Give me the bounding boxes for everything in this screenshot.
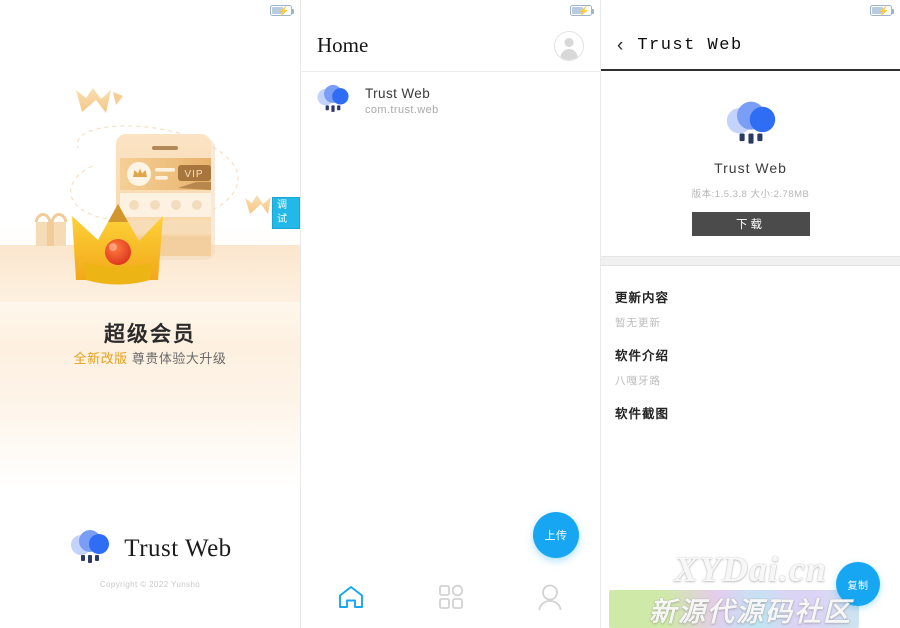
header-divider <box>301 71 600 72</box>
screenshot-thumbnail[interactable] <box>609 590 859 628</box>
detail-app-meta: 版本:1.5.3.8 大小:2.78MB <box>691 189 810 200</box>
person-icon <box>536 583 564 616</box>
vip-illustration: VIP <box>0 62 300 302</box>
splash-brand: Trust Web <box>0 528 300 569</box>
splash-subtitle-rest: 尊贵体验大升级 <box>131 351 227 366</box>
tab-home[interactable] <box>301 583 401 616</box>
app-detail-panel: ⚡ ‹ Trust Web Trust Web 版本:1.5.3.8 大小:2.… <box>600 0 900 628</box>
detail-header: ‹ Trust Web <box>601 20 900 70</box>
cloud-logo-icon <box>315 83 351 118</box>
page-title: Home <box>317 33 369 57</box>
home-header: Home <box>301 20 600 71</box>
upload-fab-button[interactable]: 上传 <box>533 512 579 558</box>
copy-fab-button[interactable]: 复制 <box>836 562 880 606</box>
list-item[interactable]: Trust Web com.trust.web <box>301 75 600 126</box>
splash-subtitle-highlight: 全新改版 <box>73 351 128 366</box>
cloud-logo-icon <box>68 528 112 569</box>
list-item-subtitle: com.trust.web <box>365 103 439 116</box>
copyright-text: Copyright © 2022 Yunsho <box>99 580 201 589</box>
splash-panel: ⚡ VIP 调试 超级会员 全新改版 尊贵体验大升级 Trust Web Cop… <box>0 0 300 628</box>
splash-subtitle: 全新改版 尊贵体验大升级 <box>0 348 300 367</box>
status-bar-right: ⚡ <box>601 0 900 20</box>
battery-charging-icon: ⚡ <box>870 4 894 16</box>
section-separator <box>601 256 900 266</box>
section-body-changelog: 暂无更新 <box>615 317 661 329</box>
section-heading-changelog: 更新内容 <box>615 291 670 305</box>
debug-badge: 调试 <box>272 197 300 229</box>
section-heading-screenshots: 软件截图 <box>615 407 670 421</box>
splash-title: 超级会员 <box>104 323 196 346</box>
section-heading-description: 软件介绍 <box>615 349 670 363</box>
user-avatar-icon[interactable] <box>554 30 584 61</box>
chevron-left-icon[interactable]: ‹ <box>617 36 623 55</box>
home-panel: ⚡ Home Trust Web com.trust.web 上传 <box>300 0 600 628</box>
status-bar-mid: ⚡ <box>301 0 600 20</box>
grid-icon <box>437 583 465 616</box>
battery-charging-icon: ⚡ <box>270 4 294 16</box>
detail-sections: 更新内容 暂无更新 软件介绍 八嘎牙路 软件截图 <box>601 272 900 422</box>
three-panel-screenshot: ⚡ VIP 调试 超级会员 全新改版 尊贵体验大升级 Trust Web Cop… <box>0 0 900 628</box>
battery-charging-icon: ⚡ <box>570 4 594 16</box>
detail-app-name: Trust Web <box>714 160 787 176</box>
list-item-title: Trust Web <box>365 85 431 101</box>
section-body-description: 八嘎牙路 <box>615 375 661 387</box>
svg-text:VIP: VIP <box>184 169 203 180</box>
status-bar-left: ⚡ <box>0 0 300 20</box>
app-hero: Trust Web 版本:1.5.3.8 大小:2.78MB 下载 <box>601 71 900 256</box>
tab-profile[interactable] <box>500 583 600 616</box>
bottom-tab-bar <box>301 570 600 628</box>
download-button[interactable]: 下载 <box>691 212 810 236</box>
home-icon <box>336 583 366 616</box>
detail-title: Trust Web <box>637 35 743 55</box>
cloud-logo-icon <box>723 99 779 150</box>
splash-brand-name: Trust Web <box>124 534 232 562</box>
tab-apps[interactable] <box>401 583 501 616</box>
